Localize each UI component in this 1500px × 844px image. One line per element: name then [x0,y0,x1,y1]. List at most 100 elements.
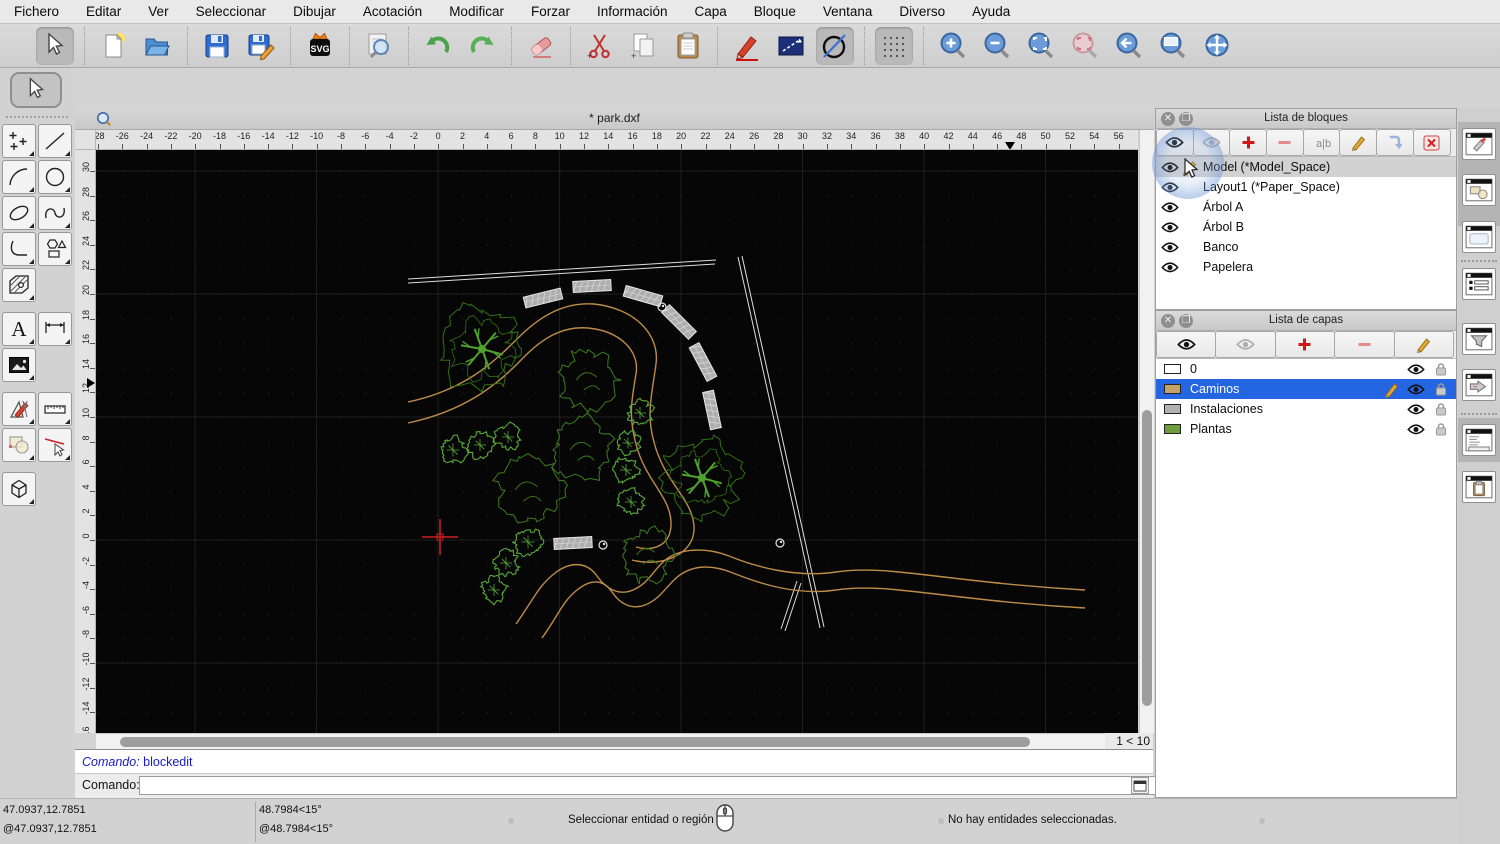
copy-button[interactable]: + [625,27,663,65]
cut-button[interactable]: + [581,27,619,65]
undo-button[interactable] [419,27,457,65]
drawing-canvas[interactable] [96,150,1138,733]
line-tool-button[interactable] [38,124,72,158]
block-visibility-icon[interactable] [1161,261,1179,274]
menu-modificar[interactable]: Modificar [449,4,504,19]
command-options-button[interactable] [1131,777,1149,794]
layer-visibility-icon[interactable] [1407,403,1425,416]
layer-list-toggle[interactable] [1462,268,1496,300]
grid-toggle-button[interactable] [875,26,913,65]
hide-all-layers-button[interactable] [1215,331,1276,358]
command-input[interactable] [139,776,1201,795]
horizontal-scrollbar-thumb[interactable] [120,737,1030,747]
previous-view-button[interactable] [1110,27,1148,65]
new-file-button[interactable] [95,27,133,65]
open-file-button[interactable] [139,27,177,65]
pan-button[interactable] [1198,27,1236,65]
hide-all-blocks-button[interactable] [1192,129,1231,156]
auto-zoom-button[interactable] [1022,27,1060,65]
horizontal-scrollbar[interactable] [96,733,1105,749]
clipboard-toggle[interactable] [1462,471,1496,503]
zoom-out-button[interactable] [978,27,1016,65]
vertical-scrollbar-thumb[interactable] [1142,410,1152,706]
menu-informacion[interactable]: Información [597,4,668,19]
layer-lock-icon[interactable] [1432,382,1450,396]
print-preview-button[interactable] [360,27,398,65]
measure-tool-button[interactable] [38,392,72,426]
shapes-tool-button[interactable] [38,232,72,266]
menu-fichero[interactable]: Fichero [14,4,59,19]
modify-tool-button[interactable] [2,392,36,426]
hatch-tool-button[interactable] [2,268,36,302]
add-block-button[interactable] [1229,129,1268,156]
ellipse-tool-button[interactable] [2,196,36,230]
rename-block-button[interactable]: a|b [1302,129,1341,156]
block-visibility-icon[interactable] [1161,161,1179,174]
layer-row-plantas[interactable]: Plantas [1156,419,1456,439]
block-row-model-model-space-[interactable]: Model (*Model_Space) [1156,157,1456,177]
dimension-tool-button[interactable] [38,312,72,346]
layer-lock-icon[interactable] [1432,402,1450,416]
library-browser-toggle[interactable] [1462,369,1496,401]
block-visibility-icon[interactable] [1161,241,1179,254]
overlap-tool-button[interactable] [2,428,36,462]
spline-tool-button[interactable] [38,196,72,230]
layer-visibility-icon[interactable] [1407,423,1425,436]
block-list-toggle[interactable] [1462,174,1496,206]
menu-ayuda[interactable]: Ayuda [972,4,1010,19]
scale-reference-button[interactable] [772,27,810,65]
menu-seleccionar[interactable]: Seleccionar [196,4,267,19]
property-editor-toggle[interactable] [1462,128,1496,160]
select-tool-button[interactable] [36,26,74,65]
box3d-tool-button[interactable] [2,472,36,506]
add-layer-button[interactable] [1274,331,1336,358]
layer-row-0[interactable]: 0 [1156,359,1456,379]
vertical-scrollbar[interactable] [1139,130,1154,733]
menu-ventana[interactable]: Ventana [823,4,873,19]
show-all-blocks-button[interactable] [1156,129,1194,156]
layer-lock-icon[interactable] [1432,422,1450,436]
document-tab-bar[interactable]: * park.dxf [75,108,1154,130]
block-row-papelera[interactable]: Papelera [1156,257,1456,277]
purge-block-button[interactable] [1412,129,1451,156]
arc-tool-button[interactable] [2,160,36,194]
layer-visibility-icon[interactable] [1407,363,1425,376]
menu-editar[interactable]: Editar [86,4,121,19]
menu-ver[interactable]: Ver [148,4,168,19]
zoom-selection-button[interactable] [1066,27,1104,65]
menu-dibujar[interactable]: Dibujar [293,4,336,19]
polyline-tool-button[interactable] [2,232,36,266]
edit-entity-button[interactable] [728,27,766,65]
menu-acotacion[interactable]: Acotación [363,4,422,19]
edit-block-button[interactable] [1339,129,1378,156]
command-line-toggle[interactable] [1462,424,1496,456]
block-visibility-icon[interactable] [1161,221,1179,234]
layer-visibility-icon[interactable] [1407,383,1425,396]
text-tool-button[interactable]: A [2,312,36,346]
view-widget-toggle[interactable] [1462,221,1496,253]
remove-layer-button[interactable] [1334,331,1395,358]
show-all-layers-button[interactable] [1156,331,1217,358]
image-tool-button[interactable] [2,348,36,382]
redo-button[interactable] [463,27,501,65]
window-zoom-button[interactable] [1154,27,1192,65]
zoom-in-button[interactable] [934,27,972,65]
circle-tool-button[interactable] [38,160,72,194]
save-button[interactable] [198,27,236,65]
block-row-banco[interactable]: Banco [1156,237,1456,257]
trim-tool-button[interactable] [38,428,72,462]
svg-export-button[interactable]: SVG [301,27,339,65]
delete-button[interactable] [522,27,560,65]
point-tool-button[interactable] [2,124,36,158]
menu-diverso[interactable]: Diverso [899,4,945,19]
menu-capa[interactable]: Capa [695,4,727,19]
selection-tool-button[interactable] [10,72,62,108]
selection-filter-toggle[interactable] [1462,323,1496,355]
insert-block-button[interactable] [1376,129,1414,156]
block-visibility-icon[interactable] [1161,181,1179,194]
layer-row-caminos[interactable]: Caminos [1156,379,1456,399]
edit-layer-button[interactable] [1393,331,1454,358]
menu-forzar[interactable]: Forzar [531,4,570,19]
draft-mode-button[interactable] [816,26,854,65]
block-visibility-icon[interactable] [1161,201,1179,214]
